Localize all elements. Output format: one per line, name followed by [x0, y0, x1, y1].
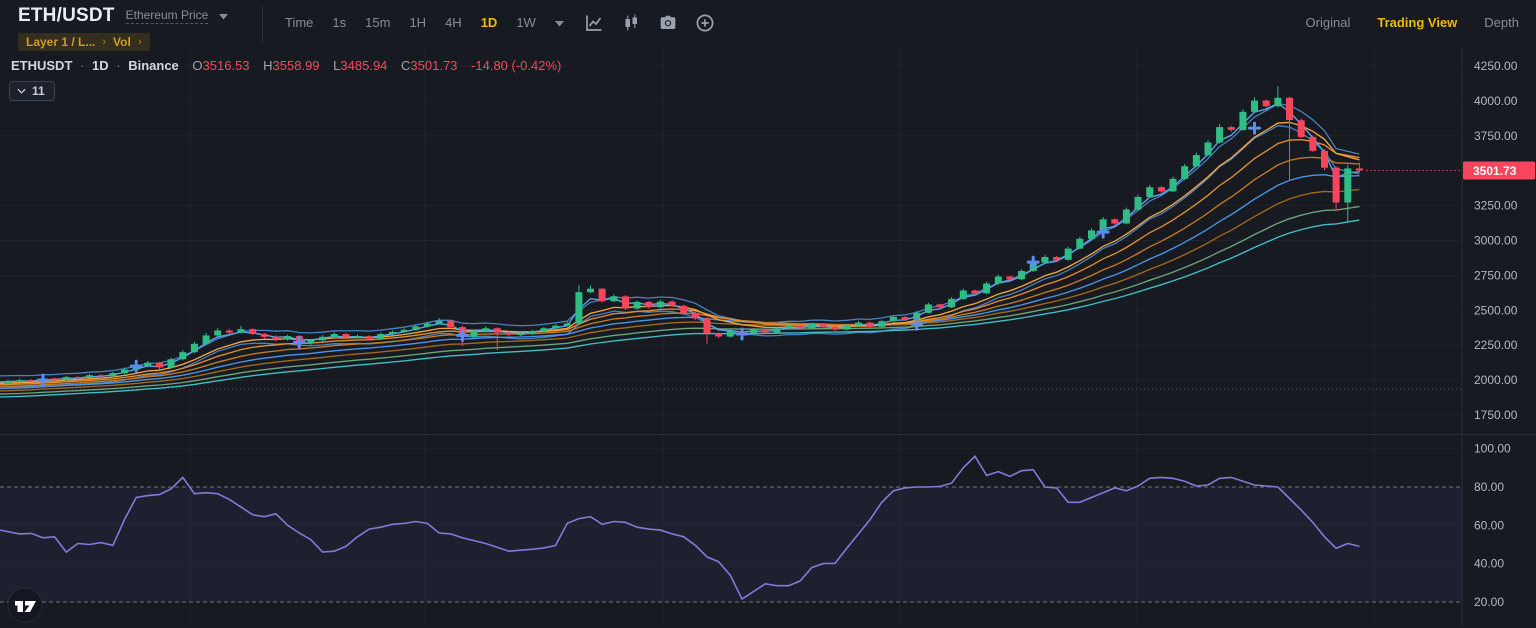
svg-text:3250.00: 3250.00 — [1474, 199, 1518, 213]
tradingview-logo[interactable] — [7, 587, 43, 623]
overlay-lines — [0, 86, 1363, 397]
price-chart[interactable]: 4250.00 4000.00 3750.00 3250.00 3000.00 2750.… — [0, 0, 1536, 626]
svg-text:80.00: 80.00 — [1474, 480, 1504, 494]
trading-chart-widget: { "header": { "symbol": "ETH/USDT", "sym… — [0, 0, 1536, 626]
price-axis: 4250.00 4000.00 3750.00 3250.00 3000.00 2750.… — [1474, 59, 1518, 609]
svg-text:2500.00: 2500.00 — [1474, 303, 1518, 317]
last-price-label: 3501.73 — [1463, 162, 1535, 180]
svg-text:3750.00: 3750.00 — [1474, 129, 1518, 143]
svg-text:2250.00: 2250.00 — [1474, 338, 1518, 352]
svg-text:2750.00: 2750.00 — [1474, 268, 1518, 282]
svg-text:3000.00: 3000.00 — [1474, 234, 1518, 248]
svg-text:20.00: 20.00 — [1474, 595, 1504, 609]
svg-text:40.00: 40.00 — [1474, 557, 1504, 571]
svg-text:2000.00: 2000.00 — [1474, 373, 1518, 387]
svg-text:4250.00: 4250.00 — [1474, 59, 1518, 73]
svg-text:3501.73: 3501.73 — [1473, 164, 1517, 178]
svg-text:100.00: 100.00 — [1474, 442, 1511, 456]
svg-text:4000.00: 4000.00 — [1474, 94, 1518, 108]
svg-text:60.00: 60.00 — [1474, 518, 1504, 532]
svg-text:1750.00: 1750.00 — [1474, 408, 1518, 422]
